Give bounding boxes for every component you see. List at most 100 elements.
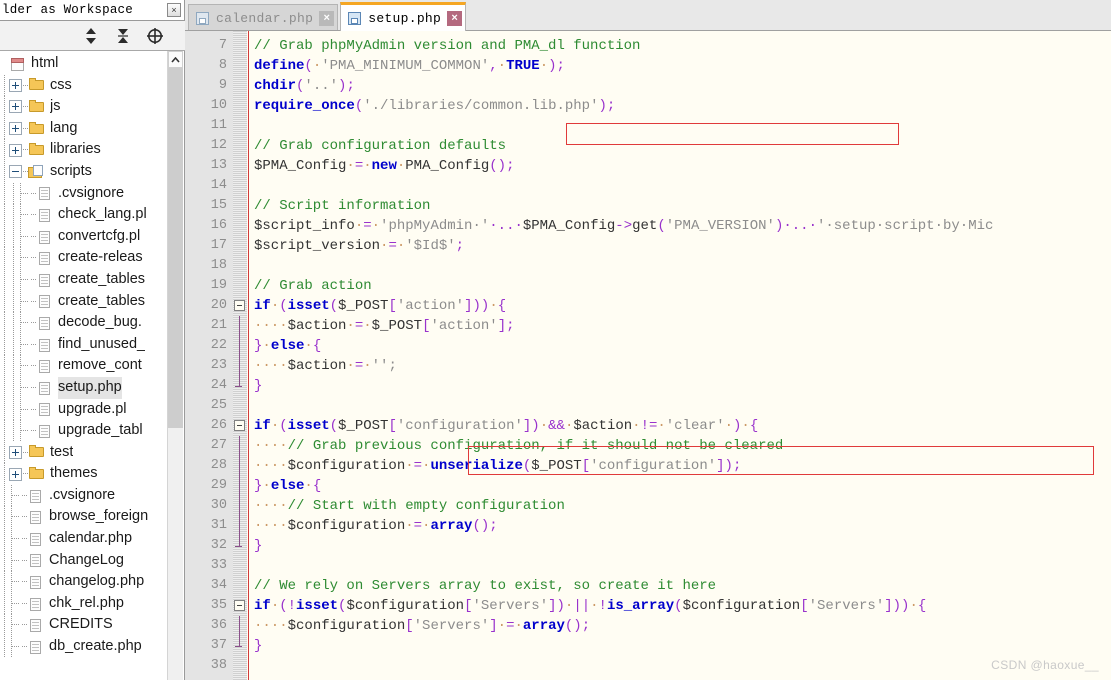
code-folding-column[interactable] [233,31,247,680]
tree-item[interactable]: test [0,441,167,464]
code-line[interactable]: }·else·{ [250,336,1111,356]
code-line[interactable]: ····// Grab previous configuration, if i… [250,436,1111,456]
tree-expander[interactable] [9,143,22,157]
fold-cell [233,136,247,156]
code-line[interactable]: ····$configuration['Servers']·=·array(); [250,616,1111,636]
tree-elbow [9,506,22,528]
tree-expander[interactable] [9,467,22,481]
tree-item[interactable]: .cvsignore [0,484,167,507]
tree-expander[interactable] [9,122,22,136]
code-line[interactable]: if·(isset($_POST['action']))·{ [250,296,1111,316]
tree-item[interactable]: upgrade.pl [0,398,167,421]
code-line[interactable]: // Script information [250,196,1111,216]
tree-item[interactable]: html [0,53,167,75]
editor-tab[interactable]: setup.php × [340,2,467,31]
tree-vertical-scrollbar[interactable] [167,51,183,680]
code-line[interactable]: if·(isset($_POST['configuration'])·&&·$a… [250,416,1111,436]
code-line[interactable]: chdir('..'); [250,76,1111,96]
tree-item[interactable]: calendar.php [0,528,167,550]
file-tree[interactable]: html css js lang libraries scripts .cvsignore c… [0,51,167,680]
tree-item[interactable]: lang [0,117,167,140]
fold-toggle-icon[interactable] [234,600,245,611]
tree-item[interactable]: browse_foreign [0,506,167,528]
tree-item[interactable]: libraries [0,139,167,161]
tree-item[interactable]: setup.php [0,376,167,399]
collapse-all-icon[interactable] [107,24,139,48]
code-line[interactable]: ····$configuration·=·unserialize($_POST[… [250,456,1111,476]
tree-item[interactable]: changelog.php [0,571,167,593]
code-token: · [270,298,280,314]
code-line[interactable]: define(·'PMA_MINIMUM_COMMON',·TRUE·); [250,56,1111,76]
code-line[interactable] [250,396,1111,416]
tree-item[interactable]: find_unused_ [0,333,167,356]
close-icon[interactable]: × [167,3,181,17]
code-line[interactable]: } [250,376,1111,396]
code-line[interactable]: $script_info·=·'phpMyAdmin·'·..·$PMA_Con… [250,216,1111,236]
code-line[interactable]: require_once('./libraries/common.lib.php… [250,96,1111,116]
tree-item[interactable]: remove_cont [0,355,167,377]
tab-close-icon[interactable]: × [447,10,463,26]
code-line[interactable]: ····// Start with empty configuration [250,496,1111,516]
code-editor[interactable]: 7 8 9 10 11 12 13 14 15 16 17 18 19 20 21 22 23 24 25 26 27 2… [185,31,1111,680]
code-line[interactable]: if·(!isset($configuration['Servers'])·||… [250,596,1111,616]
link-with-editor-icon[interactable] [139,24,171,48]
code-line[interactable] [250,116,1111,136]
tree-item[interactable]: chk_rel.php [0,592,167,615]
code-line[interactable]: ····$configuration·=·array(); [250,516,1111,536]
expand-all-icon[interactable] [75,24,107,48]
code-token: if [254,598,271,614]
code-line[interactable]: // Grab phpMyAdmin version and PMA_dl fu… [250,36,1111,56]
code-line[interactable]: } [250,536,1111,556]
code-token: ) [598,98,607,114]
scroll-up-icon[interactable] [168,51,183,68]
tree-item[interactable]: .cvsignore [0,182,167,205]
code-token: · [489,298,498,314]
code-line[interactable]: // We rely on Servers array to exist, so… [250,576,1111,596]
fold-cell [233,596,247,616]
tree-item[interactable]: create_tables [0,268,167,291]
code-line[interactable]: ····$action·=·$_POST['action']; [250,316,1111,336]
fold-toggle-icon[interactable] [234,420,245,431]
code-token: $configuration [287,458,406,474]
file-icon [36,358,54,374]
tree-item[interactable]: css [0,74,167,97]
tree-item[interactable]: scripts [0,160,167,183]
code-line[interactable] [250,656,1111,676]
code-line[interactable] [250,556,1111,576]
code-line[interactable]: $PMA_Config·=·new·PMA_Config(); [250,156,1111,176]
scrollbar-thumb[interactable] [168,68,183,428]
code-line[interactable]: ····$action·=·''; [250,356,1111,376]
code-line[interactable]: // Grab action [250,276,1111,296]
editor-tab[interactable]: calendar.php × [188,4,339,31]
tree-item[interactable]: create-releas [0,247,167,269]
code-line[interactable]: }·else·{ [250,476,1111,496]
tree-item[interactable]: decode_bug. [0,312,167,334]
tree-expander[interactable] [9,165,22,179]
tree-item-label: setup.php [58,376,122,399]
tree-expander[interactable] [9,100,22,114]
tree-item[interactable]: js [0,96,167,118]
code-line[interactable] [250,176,1111,196]
tree-item[interactable]: create_tables [0,290,167,313]
tree-item[interactable]: themes [0,463,167,485]
code-line[interactable] [250,256,1111,276]
tree-item[interactable]: CREDITS [0,614,167,636]
tree-item[interactable]: check_lang.pl [0,204,167,226]
fold-cell [233,636,247,656]
fold-toggle-icon[interactable] [234,300,245,311]
code-line[interactable]: $script_version·=·'$Id$'; [250,236,1111,256]
tree-item[interactable]: upgrade_tabl [0,420,167,442]
file-icon [27,531,45,547]
tree-indent [9,376,18,399]
code-line[interactable]: } [250,636,1111,656]
tree-expander[interactable] [9,78,22,92]
tree-item[interactable]: convertcfg.pl [0,225,167,248]
line-number: 16 [210,218,227,233]
tree-item[interactable]: db_create.php [0,636,167,658]
tree-expander[interactable] [9,445,22,459]
tree-item[interactable]: ChangeLog [0,549,167,572]
tree-elbow [9,528,22,550]
code-line[interactable]: // Grab configuration defaults [250,136,1111,156]
tab-close-icon[interactable]: × [319,10,335,26]
code-content[interactable]: // Grab phpMyAdmin version and PMA_dl fu… [250,31,1111,680]
